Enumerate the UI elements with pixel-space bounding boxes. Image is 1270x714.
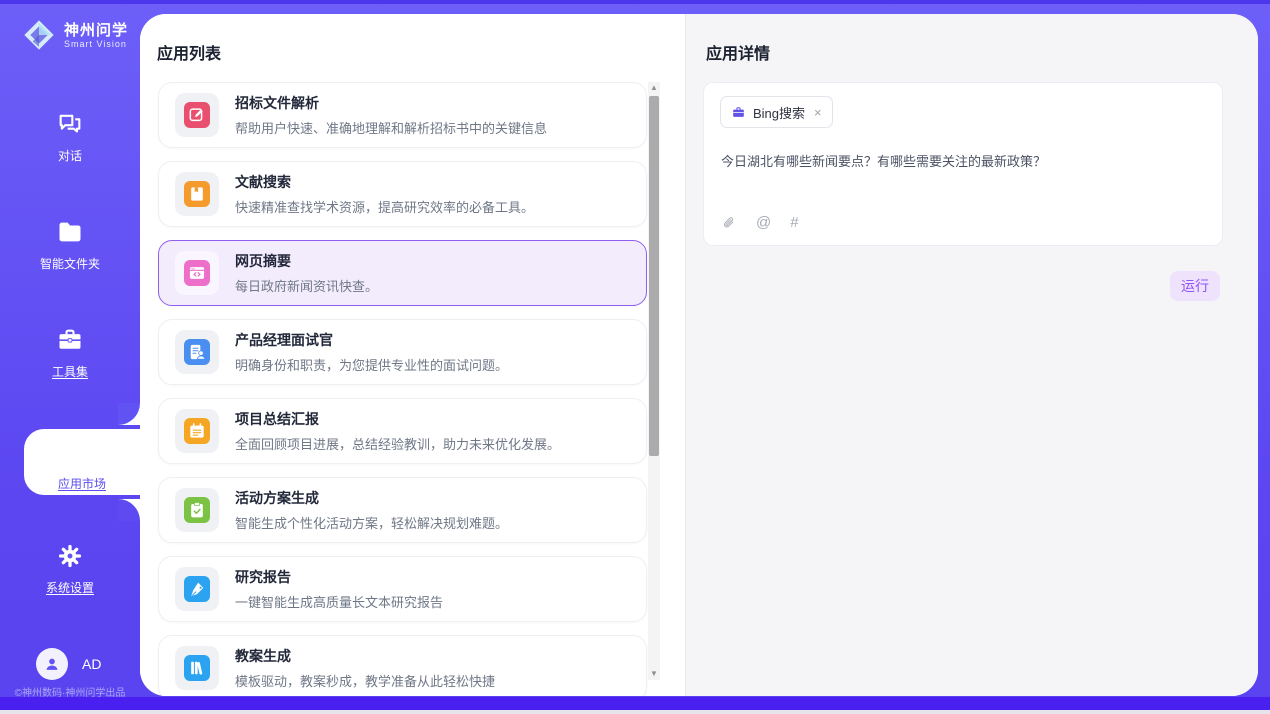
app-card[interactable]: 文献搜索 快速精准查找学术资源，提高研究效率的必备工具。 [158,161,647,227]
app-card-desc: 帮助用户快速、准确地理解和解析招标书中的关键信息 [235,118,547,137]
window-bottom-bar [0,697,1270,710]
scrollbar[interactable]: ▲ ▼ [648,82,660,680]
brand-subtitle: Smart Vision [64,39,128,49]
app-icon-wrap [175,646,219,690]
app-card-title: 教案生成 [235,646,495,666]
clipboard-check-icon [187,500,207,520]
app-card[interactable]: 网页摘要 每日政府新闻资讯快查。 [158,240,647,306]
app-card-title: 项目总结汇报 [235,409,560,429]
toolbox-icon [56,326,84,354]
app-card-desc: 每日政府新闻资讯快查。 [235,276,378,295]
run-button[interactable]: 运行 [1170,271,1220,301]
window-top-edge [0,0,1270,4]
scrollbar-thumb[interactable] [649,96,659,456]
app-card-desc: 智能生成个性化活动方案，轻松解决规划难题。 [235,513,508,532]
scroll-down-arrow-icon[interactable]: ▼ [648,668,660,680]
briefcase-icon [731,105,746,120]
app-list-panel: 应用列表 招标文件解析 帮助用户快速、准确地理解和解析招标书中的关键信息 文献搜… [140,14,685,696]
app-card[interactable]: 产品经理面试官 明确身份和职责，为您提供专业性的面试问题。 [158,319,647,385]
sidebar-item-tools[interactable]: 工具集 [0,326,140,380]
user-icon [42,654,62,674]
app-card[interactable]: 项目总结汇报 全面回顾项目进展，总结经验教训，助力未来优化发展。 [158,398,647,464]
sidebar-item-settings[interactable]: 系统设置 [0,542,140,596]
app-card-title: 产品经理面试官 [235,330,508,350]
brand-logo: 神州问学 Smart Vision [20,16,128,54]
paperclip-icon[interactable] [721,215,737,231]
app-icon-wrap [175,409,219,453]
books-icon [187,658,207,678]
app-card-desc: 全面回顾项目进展，总结经验教训，助力未来优化发展。 [235,434,560,453]
folder-icon [56,218,84,246]
app-card-title: 网页摘要 [235,251,378,271]
app-card-title: 活动方案生成 [235,488,508,508]
app-card[interactable]: 活动方案生成 智能生成个性化活动方案，轻松解决规划难题。 [158,477,647,543]
sidebar-item-chat[interactable]: 对话 [0,110,140,164]
plugin-chip-bing-search[interactable]: Bing搜索 × [720,96,833,128]
chip-close-icon[interactable]: × [814,105,822,120]
mention-icon[interactable]: @ [756,215,771,231]
app-card[interactable]: 教案生成 模板驱动，教案秒成，教学准备从此轻松快捷 [158,635,647,696]
diamond-logo-icon [20,16,58,54]
sidebar: 神州问学 Smart Vision 对话 智能文件夹 工具集 应用市场 系统设置… [0,4,140,710]
app-icon-wrap [175,93,219,137]
person-doc-icon [187,342,207,362]
app-card[interactable]: 招标文件解析 帮助用户快速、准确地理解和解析招标书中的关键信息 [158,82,647,148]
chat-icon [56,110,84,138]
cube-icon [68,438,96,466]
app-card-desc: 模板驱动，教案秒成，教学准备从此轻松快捷 [235,671,495,690]
app-window: 神州问学 Smart Vision 对话 智能文件夹 工具集 应用市场 系统设置… [0,0,1270,714]
hash-icon[interactable]: # [790,215,798,231]
gear-icon [56,542,84,570]
app-icon-wrap [175,330,219,374]
app-list-title: 应用列表 [157,40,221,64]
sidebar-item-folders[interactable]: 智能文件夹 [0,218,140,272]
active-tab-flare-top [118,403,140,425]
app-detail-panel: 应用详情 Bing搜索 × 今日湖北有哪些新闻要点？有哪些需要关注的最新政策？ … [685,14,1258,696]
query-text[interactable]: 今日湖北有哪些新闻要点？有哪些需要关注的最新政策？ [721,151,1201,170]
app-card-title: 文献搜索 [235,172,534,192]
sidebar-item-market[interactable]: 应用市场 [24,429,140,495]
plugin-chip-label: Bing搜索 [753,103,805,122]
app-icon-wrap [175,488,219,532]
app-list: 招标文件解析 帮助用户快速、准确地理解和解析招标书中的关键信息 文献搜索 快速精… [158,82,647,696]
app-icon-wrap [175,567,219,611]
user-row[interactable]: AD [36,648,101,680]
scroll-up-arrow-icon[interactable]: ▲ [648,82,660,94]
user-name: AD [82,656,101,672]
app-card-title: 招标文件解析 [235,93,547,113]
app-card-title: 研究报告 [235,567,443,587]
pen-square-icon [187,105,207,125]
app-icon-wrap [175,251,219,295]
detail-card: Bing搜索 × 今日湖北有哪些新闻要点？有哪些需要关注的最新政策？ @ # [703,82,1223,246]
app-detail-title: 应用详情 [706,40,770,64]
app-card-desc: 明确身份和职责，为您提供专业性的面试问题。 [235,355,508,374]
browser-code-icon [187,263,207,283]
calendar-note-icon [187,421,207,441]
book-icon [187,184,207,204]
ink-pen-icon [187,579,207,599]
window-bottom-edge [0,710,1270,714]
active-tab-flare-bottom [118,499,140,521]
app-card-desc: 一键智能生成高质量长文本研究报告 [235,592,443,611]
avatar[interactable] [36,648,68,680]
content-area: 应用列表 招标文件解析 帮助用户快速、准确地理解和解析招标书中的关键信息 文献搜… [140,14,1258,696]
app-card-desc: 快速精准查找学术资源，提高研究效率的必备工具。 [235,197,534,216]
brand-name: 神州问学 [64,22,128,39]
app-card[interactable]: 研究报告 一键智能生成高质量长文本研究报告 [158,556,647,622]
input-toolbar: @ # [721,215,799,231]
app-icon-wrap [175,172,219,216]
